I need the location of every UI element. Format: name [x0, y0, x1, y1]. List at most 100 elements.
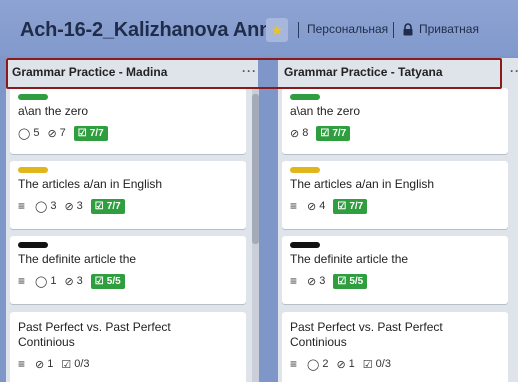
card-label-yellow[interactable] — [290, 167, 320, 173]
list-header[interactable]: Grammar Practice - Madina ··· — [6, 58, 258, 88]
card[interactable]: The articles a/an in English ≡ ⊘ 4 ☑ 7/7 — [282, 161, 508, 229]
card[interactable]: The definite article the ≡ ◯ 1 ⊘ 3 ☑ 5/5 — [10, 236, 246, 304]
scroll-thumb[interactable] — [252, 94, 259, 244]
card-badges: ≡ ⊘ 3 ☑ 5/5 — [290, 273, 368, 289]
header-divider — [298, 22, 299, 38]
card-label-green[interactable] — [18, 94, 48, 100]
paperclip-icon: ⊘ — [290, 127, 300, 140]
comments-count: 5 — [33, 127, 40, 139]
card[interactable]: Past Perfect vs. Past Perfect Continious ≡… — [282, 312, 508, 382]
checklist-count: 7/7 — [332, 127, 347, 139]
attachments-badge: ⊘ 4 — [307, 200, 325, 213]
attachments-badge: ⊘ 7 — [47, 127, 65, 140]
checklist-badge: ☑ 0/3 — [363, 358, 391, 371]
checklist-count: 0/3 — [375, 358, 391, 370]
card-title-line2: Continious — [18, 335, 75, 349]
attachments-count: 3 — [76, 200, 83, 212]
description-icon: ≡ — [18, 199, 26, 213]
description-icon: ≡ — [18, 357, 26, 371]
list-header[interactable]: Grammar Practice - Tatyana ·· — [278, 58, 518, 88]
card[interactable]: a\an the zero ⊘ 8 ☑ 7/7 — [282, 88, 508, 154]
checklist-badge: ☑ 7/7 — [90, 198, 125, 214]
paperclip-icon: ⊘ — [35, 358, 45, 371]
list-title[interactable]: Grammar Practice - Madina — [12, 65, 167, 79]
card[interactable]: The definite article the ≡ ⊘ 3 ☑ 5/5 — [282, 236, 508, 304]
paperclip-icon: ⊘ — [47, 127, 57, 140]
attachments-count: 3 — [76, 275, 83, 287]
star-icon: ★ — [270, 21, 284, 38]
card-title: Past Perfect vs. Past Perfect — [290, 320, 443, 334]
card-title: The articles a/an in English — [18, 177, 163, 191]
description-icon: ≡ — [18, 274, 26, 288]
card-badges: ≡ ⊘ 4 ☑ 7/7 — [290, 198, 368, 214]
privacy-button[interactable]: Приватная — [419, 22, 479, 36]
comments-badge: ◯ 1 — [35, 275, 56, 288]
description-icon: ≡ — [290, 199, 298, 213]
comments-badge: ◯ 5 — [18, 127, 39, 140]
list-menu-icon[interactable]: ··· — [242, 64, 257, 78]
card-label-green[interactable] — [290, 94, 320, 100]
board-title[interactable]: Ach-16-2_Kalizhanova Anna — [20, 19, 282, 42]
checklist-badge: ☑ 7/7 — [73, 125, 108, 141]
checkbox-icon: ☑ — [320, 127, 330, 139]
attachments-badge: ⊘ 3 — [64, 200, 82, 213]
comments-badge: ◯ 3 — [35, 200, 56, 213]
attachments-count: 4 — [319, 200, 326, 212]
attachments-badge: ⊘ 1 — [35, 358, 53, 371]
lock-icon — [403, 23, 413, 36]
attachments-badge: ⊘ 3 — [307, 275, 325, 288]
card-title: The articles a/an in English — [290, 177, 435, 191]
paperclip-icon: ⊘ — [64, 275, 74, 288]
card-title: Past Perfect vs. Past Perfect — [18, 320, 171, 334]
card-badges: ≡ ◯ 2 ⊘ 1 ☑ 0/3 — [290, 356, 391, 372]
card-title-line2: Continious — [290, 335, 347, 349]
attachments-count: 1 — [348, 358, 355, 370]
checklist-badge: ☑ 7/7 — [333, 198, 368, 214]
card-label-black[interactable] — [18, 242, 48, 248]
card[interactable]: a\an the zero ◯ 5 ⊘ 7 ☑ 7/7 — [10, 88, 246, 154]
attachments-count: 7 — [59, 127, 66, 139]
card-label-yellow[interactable] — [18, 167, 48, 173]
comments-badge: ◯ 2 — [307, 358, 328, 371]
comments-count: 2 — [322, 358, 329, 370]
card-title: The definite article the — [290, 252, 409, 266]
comment-icon: ◯ — [18, 127, 31, 140]
checklist-count: 5/5 — [349, 275, 364, 287]
star-board-button[interactable]: ★ — [266, 18, 288, 42]
comment-icon: ◯ — [35, 200, 48, 213]
checklist-badge: ☑ 7/7 — [316, 125, 351, 141]
paperclip-icon: ⊘ — [64, 200, 74, 213]
list-scrollbar[interactable] — [252, 88, 259, 382]
checkbox-icon: ☑ — [337, 275, 347, 287]
checklist-badge: ☑ 5/5 — [90, 273, 125, 289]
attachments-badge: ⊘ 8 — [290, 127, 308, 140]
card-title: a\an the zero — [290, 104, 361, 118]
paperclip-icon: ⊘ — [336, 358, 346, 371]
card-title: The definite article the — [18, 252, 137, 266]
card-title: a\an the zero — [18, 104, 89, 118]
team-visibility-button[interactable]: Персональная — [307, 22, 388, 36]
comments-count: 3 — [50, 200, 57, 212]
paperclip-icon: ⊘ — [307, 200, 317, 213]
checkbox-icon: ☑ — [362, 358, 373, 371]
comment-icon: ◯ — [307, 358, 320, 371]
list-title[interactable]: Grammar Practice - Tatyana — [284, 65, 443, 79]
card-badges: ≡ ⊘ 1 ☑ 0/3 — [18, 356, 90, 372]
list-grammar-practice-madina: Grammar Practice - Madina ··· a\an the z… — [6, 58, 258, 382]
card-badges: ≡ ◯ 3 ⊘ 3 ☑ 7/7 — [18, 198, 125, 214]
list-grammar-practice-tatyana: Grammar Practice - Tatyana ·· a\an the z… — [278, 58, 518, 382]
card-badges: ≡ ◯ 1 ⊘ 3 ☑ 5/5 — [18, 273, 125, 289]
card[interactable]: Past Perfect vs. Past Perfect Continious ≡… — [10, 312, 246, 382]
header-divider — [393, 22, 394, 38]
attachments-badge: ⊘ 1 — [336, 358, 354, 371]
card-badges: ⊘ 8 ☑ 7/7 — [290, 125, 351, 141]
checkbox-icon: ☑ — [94, 200, 104, 212]
card-label-black[interactable] — [290, 242, 320, 248]
card[interactable]: The articles a/an in English ≡ ◯ 3 ⊘ 3 ☑ 7/7 — [10, 161, 246, 229]
comment-icon: ◯ — [35, 275, 48, 288]
attachments-count: 1 — [47, 358, 54, 370]
checkbox-icon: ☑ — [61, 358, 72, 371]
list-menu-icon[interactable]: ·· — [510, 64, 518, 78]
card-badges: ◯ 5 ⊘ 7 ☑ 7/7 — [18, 125, 108, 141]
checklist-count: 7/7 — [106, 200, 121, 212]
